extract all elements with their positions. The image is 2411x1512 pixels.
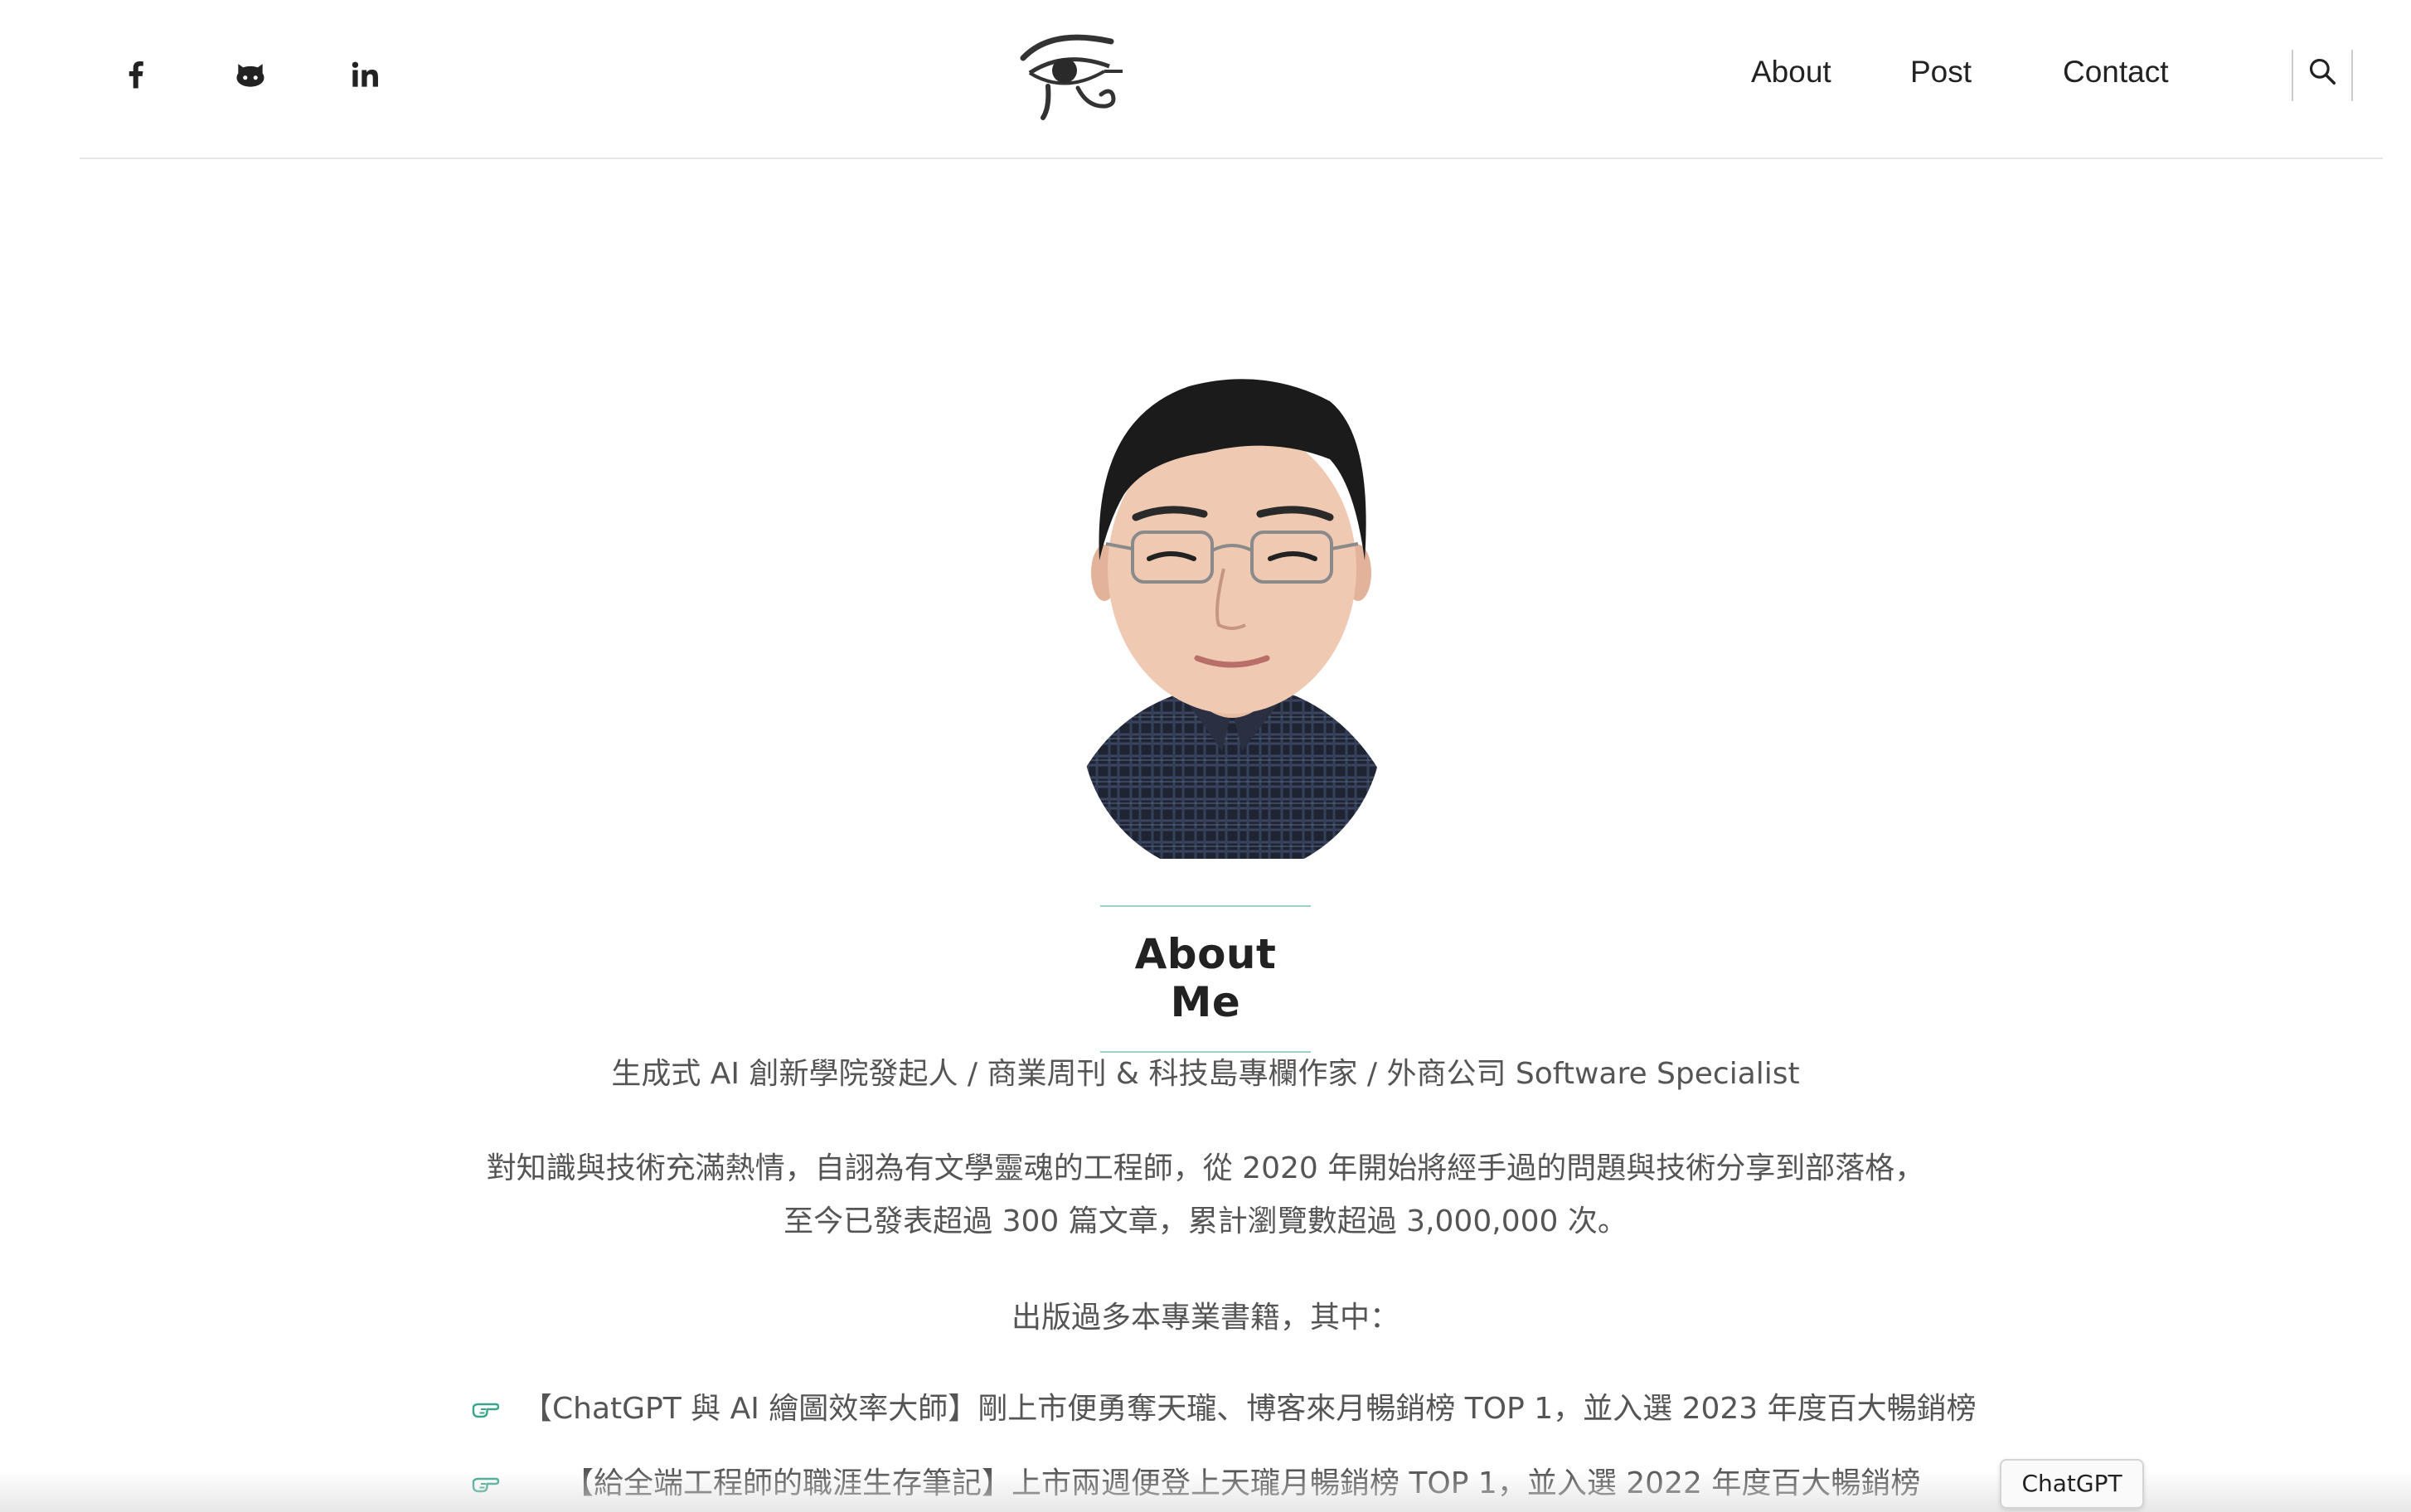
linkedin-icon[interactable]: [340, 50, 390, 99]
book-1-text: 【ChatGPT 與 AI 繪圖效率大師】剛上市便勇奪天瓏、博客來月暢銷榜 TO…: [522, 1392, 1977, 1426]
title-divider: About Me: [1100, 905, 1311, 1053]
github-icon[interactable]: [226, 50, 275, 99]
search-button[interactable]: [2292, 50, 2353, 101]
nav-contact[interactable]: Contact: [2063, 55, 2169, 90]
page: About Post Contact About Me 生成式 AI 創新學院發…: [0, 0, 2411, 1512]
intro-paragraph: 對知識與技術充滿熱情，自詡為有文學靈魂的工程師，從 2020 年開始將經手過的問…: [0, 1142, 2411, 1248]
search-icon: [2309, 58, 2336, 85]
main-nav: About Post Contact: [1720, 50, 2383, 103]
intro-line-1: 對知識與技術充滿熱情，自詡為有文學靈魂的工程師，從 2020 年開始將經手過的問…: [486, 1151, 1925, 1185]
nav-about[interactable]: About: [1751, 55, 1831, 90]
eye-of-horus-logo[interactable]: [1018, 25, 1128, 123]
avatar: [1081, 361, 1383, 859]
facebook-icon[interactable]: [111, 50, 161, 99]
list-item: 【ChatGPT 與 AI 繪圖效率大師】剛上市便勇奪天瓏、博客來月暢銷榜 TO…: [471, 1383, 2000, 1436]
site-header: About Post Contact: [80, 0, 2383, 159]
books-intro: 出版過多本專業書籍，其中：: [1011, 1301, 1400, 1335]
subtitle: 生成式 AI 創新學院發起人 / 商業周刊 & 科技島專欄作家 / 外商公司 S…: [611, 1057, 1800, 1091]
nav-post[interactable]: Post: [1910, 55, 1972, 90]
chatgpt-chip[interactable]: ChatGPT: [2000, 1459, 2144, 1509]
about-title-block: About Me: [0, 905, 2411, 1053]
page-title: About Me: [1134, 930, 1277, 1026]
pointing-hand-icon: [472, 1403, 500, 1418]
intro-line-2: 至今已發表超過 300 篇文章，累計瀏覽數超過 3,000,000 次。: [783, 1204, 1628, 1238]
